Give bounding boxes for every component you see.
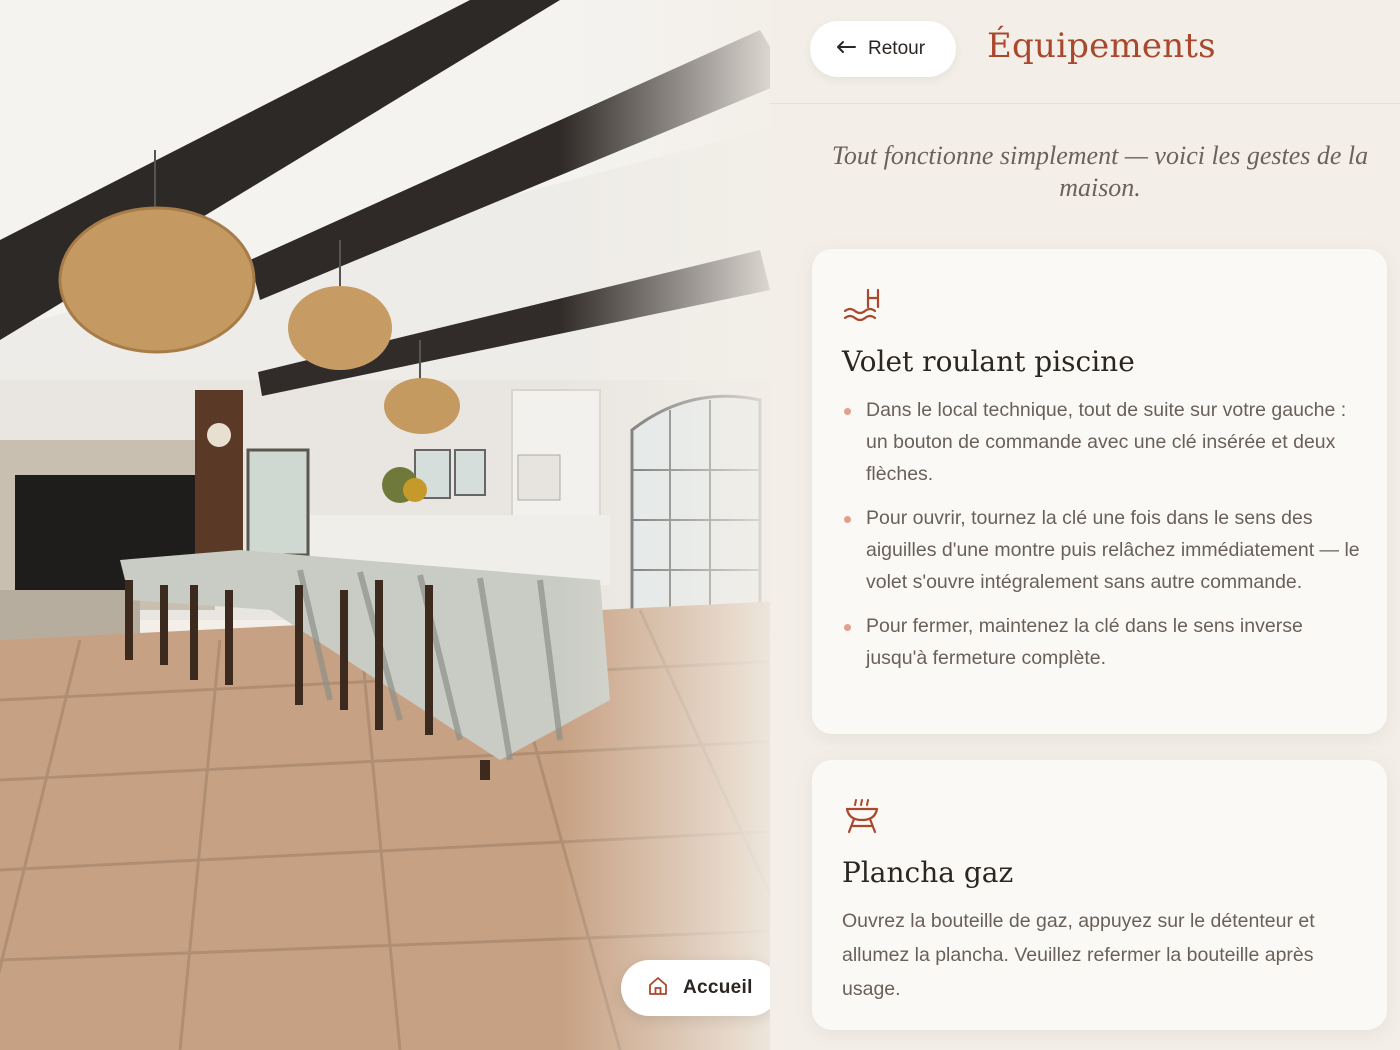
list-item: Pour ouvrir, tournez la clé une fois dan… bbox=[842, 502, 1362, 598]
equipment-card-plancha: Plancha gaz Ouvrez la bouteille de gaz, … bbox=[812, 760, 1387, 1030]
home-button-label: Accueil bbox=[683, 977, 753, 998]
card-title: Plancha gaz bbox=[842, 856, 1014, 889]
equipment-card-pool-cover: Volet roulant piscine Dans le local tech… bbox=[812, 249, 1387, 734]
card-text: Ouvrez la bouteille de gaz, appuyez sur … bbox=[842, 910, 1315, 1000]
home-icon bbox=[647, 975, 669, 1002]
list-item: Pour fermer, maintenez la clé dans le se… bbox=[842, 610, 1362, 674]
home-button[interactable]: Accueil bbox=[621, 960, 779, 1016]
back-button-label: Retour bbox=[868, 38, 926, 59]
arrow-left-icon bbox=[836, 40, 856, 59]
back-button[interactable]: Retour bbox=[810, 21, 956, 77]
photo-fade bbox=[560, 0, 800, 1050]
panel-header: Retour Équipements bbox=[770, 0, 1400, 104]
card-title: Volet roulant piscine bbox=[842, 345, 1135, 378]
intro-text: Tout fonctionne simplement — voici les g… bbox=[831, 141, 1369, 202]
page-title: Équipements bbox=[987, 26, 1216, 66]
pool-icon bbox=[842, 287, 882, 330]
grill-icon bbox=[842, 796, 882, 841]
instruction-list: Dans le local technique, tout de suite s… bbox=[842, 394, 1362, 686]
list-item: Dans le local technique, tout de suite s… bbox=[842, 394, 1362, 490]
equipment-panel: Retour Équipements Tout fonctionne simpl… bbox=[770, 0, 1400, 1050]
